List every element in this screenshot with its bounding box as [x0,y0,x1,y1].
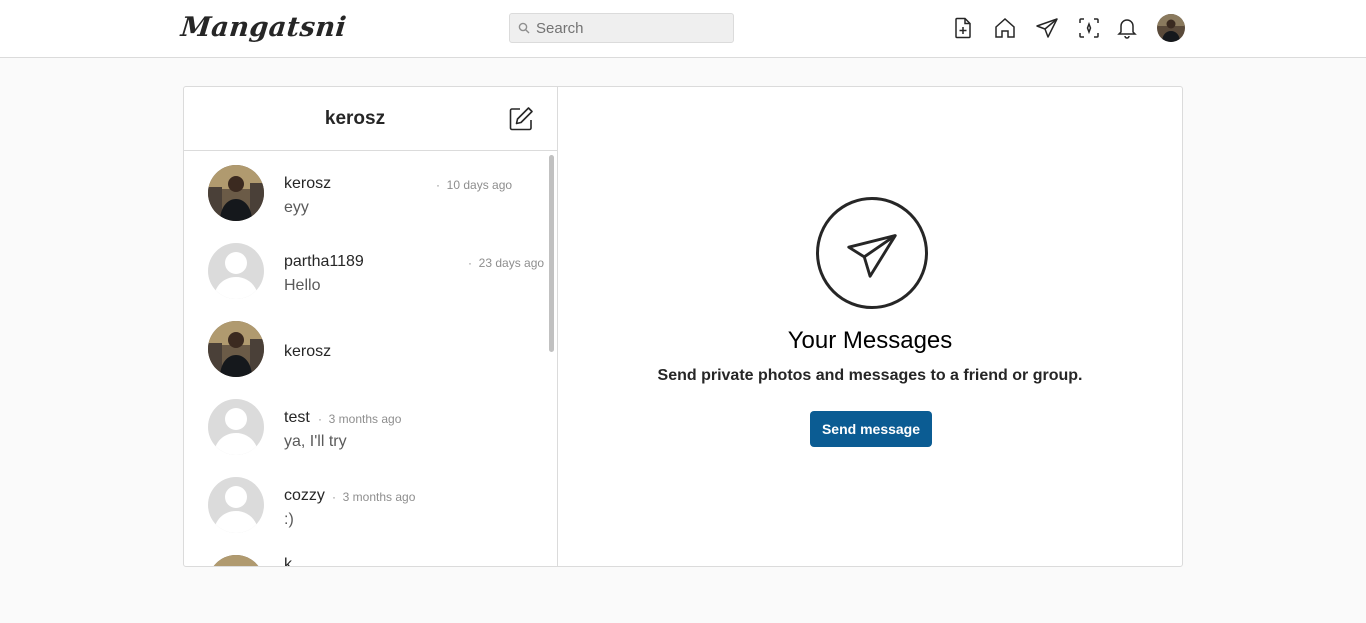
explore-icon[interactable] [1076,14,1102,42]
search-icon [518,22,530,34]
user-photo-icon [208,165,264,221]
home-icon[interactable] [992,14,1018,42]
conversation-item[interactable]: cozzy · 3 months ago :) [184,464,548,542]
avatar [208,399,264,455]
new-post-icon[interactable] [950,14,976,42]
paper-plane-icon [847,234,897,278]
user-photo-icon [208,555,264,566]
messages-panel: kerosz kerosz · 10 days ago eyy partha11… [183,86,1183,567]
empty-state-subtitle: Send private photos and messages to a fr… [657,367,1083,384]
conversation-time-text: 3 months ago [342,490,416,504]
notifications-icon[interactable] [1114,14,1140,42]
send-message-button[interactable]: Send message [810,411,932,447]
conversation-list[interactable]: kerosz · 10 days ago eyy partha1189 · 23… [184,152,558,566]
user-photo-icon [208,321,264,377]
conversation-time-text: 10 days ago [446,178,513,192]
conversation-name: test [284,409,310,426]
avatar [208,477,264,533]
conversation-preview: eyy [284,199,309,216]
conversation-item[interactable]: test · 3 months ago ya, I'll try [184,386,548,464]
conversation-preview: ya, I'll try [284,433,347,450]
conversation-name: kerosz [284,343,332,360]
compose-icon[interactable] [507,105,535,133]
conversation-name: kerosz [284,175,332,192]
message-empty-state: Your Messages Send private photos and me… [558,87,1182,566]
default-avatar-icon [208,477,264,533]
avatar [208,321,264,377]
conversation-time-text: 23 days ago [478,256,545,270]
conversation-preview: :) [284,511,294,528]
inbox-header: kerosz [184,87,558,151]
direct-icon[interactable] [1034,14,1060,42]
app-logo[interactable]: Mangatsni [179,12,348,43]
conversation-name: cozzy [284,487,325,504]
conversation-time: · 10 days ago [436,178,513,192]
conversation-name: k [284,556,292,566]
conversation-time: · 23 days ago [468,256,545,270]
conversation-item[interactable]: kerosz [184,308,548,386]
conversation-time: · 3 months ago [318,412,402,426]
search-box[interactable] [509,13,734,43]
default-avatar-icon [208,243,264,299]
avatar [208,555,264,566]
avatar [208,243,264,299]
empty-state-title: Your Messages [787,327,953,354]
default-avatar-icon [208,399,264,455]
inbox-username[interactable]: kerosz [184,108,526,130]
conversation-preview: Hello [284,277,321,294]
profile-photo-icon [1157,14,1185,42]
avatar [208,165,264,221]
conversation-item[interactable]: k [184,542,548,566]
conversation-item[interactable]: kerosz · 10 days ago eyy [184,152,548,230]
conversations-sidebar: kerosz kerosz · 10 days ago eyy partha11… [184,87,558,566]
top-navbar: Mangatsni [0,0,1366,58]
conversation-list-scrollbar[interactable] [549,155,554,352]
conversation-time: · 3 months ago [332,490,416,504]
profile-avatar[interactable] [1157,14,1185,42]
search-input[interactable] [536,19,726,37]
direct-icon-large [816,197,928,309]
conversation-item[interactable]: partha1189 · 23 days ago Hello [184,230,548,308]
conversation-name: partha1189 [284,253,364,270]
conversation-time-text: 3 months ago [328,412,402,426]
